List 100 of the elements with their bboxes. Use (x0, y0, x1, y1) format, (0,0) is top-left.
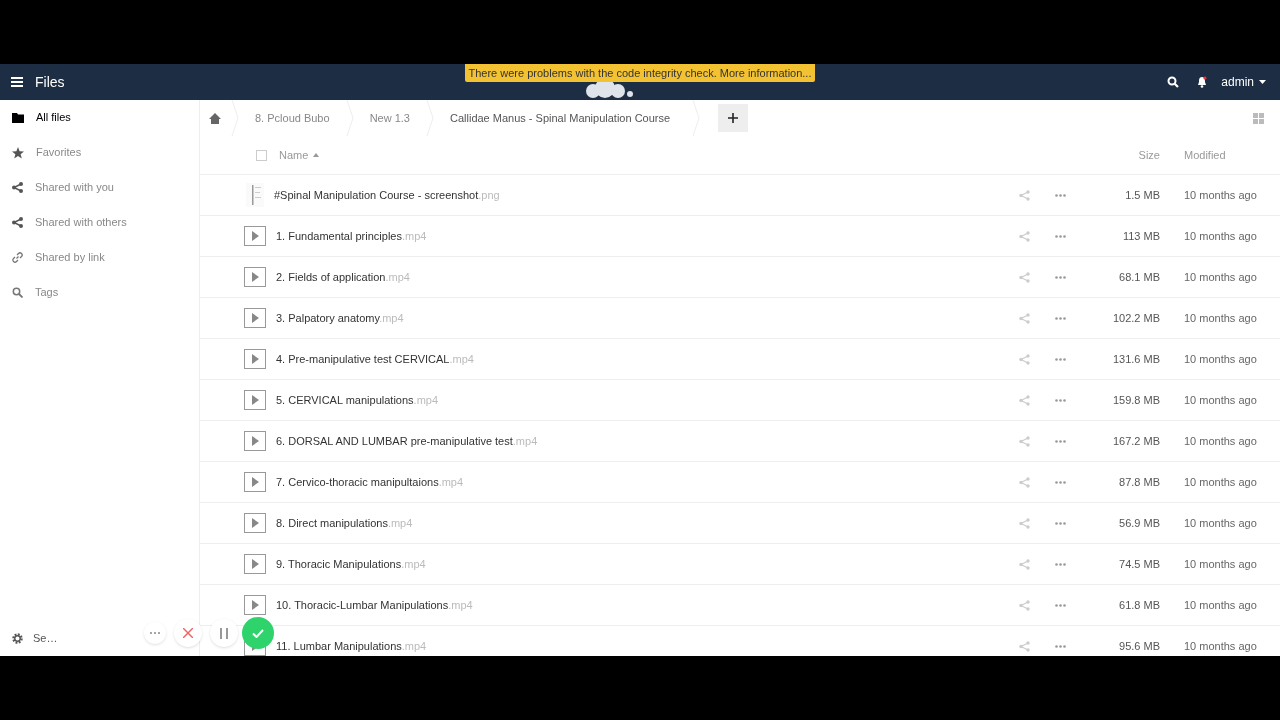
modified-time: 10 months ago (1184, 433, 1256, 449)
video-file-icon (244, 472, 266, 492)
breadcrumb-link[interactable]: Callidae Manus - Spinal Manipulation Course (444, 109, 677, 127)
bell-icon[interactable] (1197, 76, 1208, 88)
sidebar-item[interactable]: Shared with others (0, 205, 199, 240)
select-all-checkbox[interactable] (256, 149, 267, 161)
settings-link[interactable]: Se… (33, 629, 58, 647)
modified-time: 10 months ago (1184, 269, 1256, 285)
modified-time: 10 months ago (1184, 228, 1256, 244)
file-size: 56.9 MB (1118, 515, 1160, 531)
more-icon[interactable] (1055, 480, 1066, 484)
sidebar-item[interactable]: Favorites (0, 135, 199, 170)
app-title: Files (35, 72, 65, 92)
pause-icon (220, 627, 228, 639)
share-icon[interactable] (1019, 189, 1030, 201)
more-button[interactable] (144, 622, 166, 644)
file-name[interactable]: 11. Lumbar Manipulations.mp4 (276, 637, 427, 655)
share-icon[interactable] (1019, 230, 1030, 242)
sidebar-item[interactable]: Shared with you (0, 170, 199, 205)
sidebar-item[interactable]: Tags (0, 275, 199, 310)
more-icon[interactable] (1055, 275, 1066, 279)
user-menu[interactable]: admin (1221, 73, 1266, 91)
grid-view-icon[interactable] (1253, 112, 1264, 124)
more-icon[interactable] (1055, 644, 1066, 648)
confirm-button[interactable] (242, 617, 274, 649)
sort-ascending-icon (313, 153, 320, 157)
video-file-icon (244, 267, 266, 287)
share-icon[interactable] (1019, 271, 1030, 283)
modified-time: 10 months ago (1184, 597, 1256, 613)
file-name[interactable]: 7. Cervico-thoracic manipultaions.mp4 (276, 473, 464, 491)
search-icon[interactable] (1167, 76, 1180, 88)
video-file-icon (244, 226, 266, 246)
share-icon[interactable] (1019, 476, 1030, 488)
file-name[interactable]: 5. CERVICAL manipulations.mp4 (276, 391, 439, 409)
share-icon[interactable] (1019, 394, 1030, 406)
video-file-icon (244, 390, 266, 410)
more-icon[interactable] (1055, 357, 1066, 361)
breadcrumb-separator (345, 100, 354, 136)
more-icon[interactable] (1055, 521, 1066, 525)
share-icon[interactable] (1019, 353, 1030, 365)
file-size: 61.8 MB (1118, 597, 1160, 613)
share-icon[interactable] (1019, 599, 1030, 611)
file-name[interactable]: 6. DORSAL AND LUMBAR pre-manipulative test.mp4 (276, 432, 538, 450)
folder-icon (12, 112, 24, 123)
file-size: 113 MB (1121, 228, 1160, 244)
sidebar-item[interactable]: All files (0, 100, 199, 135)
modified-time: 10 months ago (1184, 515, 1256, 531)
video-file-icon (244, 595, 266, 615)
file-name[interactable]: 3. Palpatory anatomy.mp4 (276, 309, 404, 327)
cancel-button[interactable] (174, 619, 202, 647)
home-icon[interactable] (209, 112, 221, 124)
star-icon (12, 146, 24, 159)
modified-time: 10 months ago (1184, 187, 1256, 203)
file-size: 102.2 MB (1111, 310, 1160, 326)
share-icon[interactable] (1019, 435, 1030, 447)
more-icon[interactable] (1055, 316, 1066, 320)
more-icon[interactable] (1055, 562, 1066, 566)
breadcrumb-link[interactable]: New 1.3 (363, 109, 416, 127)
file-size: 1.5 MB (1124, 187, 1160, 203)
menu-icon[interactable] (11, 77, 23, 87)
share-icon[interactable] (1019, 558, 1030, 570)
file-name[interactable]: #Spinal Manipulation Course - screenshot.png (274, 186, 500, 204)
modified-time: 10 months ago (1184, 474, 1256, 490)
share-icon (12, 217, 23, 228)
more-icon[interactable] (1055, 603, 1066, 607)
plus-icon (728, 113, 739, 123)
share-icon[interactable] (1019, 640, 1030, 652)
more-icon[interactable] (1055, 234, 1066, 238)
caret-icon (1259, 80, 1266, 84)
breadcrumb-separator (426, 100, 434, 136)
sidebar-item[interactable]: Shared by link (0, 240, 199, 275)
link-icon (12, 252, 23, 263)
more-icon[interactable] (1055, 398, 1066, 402)
file-name[interactable]: 9. Thoracic Manipulations.mp4 (276, 555, 426, 573)
file-size: 87.8 MB (1118, 474, 1160, 490)
file-name[interactable]: 1. Fundamental principles.mp4 (276, 227, 427, 245)
file-name[interactable]: 8. Direct manipulations.mp4 (276, 514, 413, 532)
file-name[interactable]: 4. Pre-manipulative test CERVICAL.mp4 (276, 350, 474, 368)
share-icon[interactable] (1019, 312, 1030, 324)
more-icon[interactable] (1055, 193, 1066, 197)
file-size: 68.1 MB (1118, 269, 1160, 285)
video-file-icon (244, 308, 266, 328)
share-icon (12, 182, 23, 193)
video-file-icon (244, 431, 266, 451)
file-name[interactable]: 2. Fields of application.mp4 (276, 268, 410, 286)
modified-time: 10 months ago (1184, 556, 1256, 572)
breadcrumb-link[interactable]: 8. Pcloud Bubo (249, 109, 336, 127)
pause-button[interactable] (210, 619, 238, 647)
more-icon[interactable] (1055, 439, 1066, 443)
video-file-icon (244, 513, 266, 533)
new-button[interactable] (718, 104, 749, 132)
file-size: 167.2 MB (1111, 433, 1160, 449)
settings-icon[interactable] (12, 632, 23, 644)
check-icon (252, 628, 264, 638)
modified-time: 10 months ago (1184, 392, 1256, 408)
integrity-warning-banner[interactable]: There were problems with the code integrity check. More information... (465, 64, 815, 82)
file-name[interactable]: 10. Thoracic-Lumbar Manipulations.mp4 (276, 596, 473, 614)
file-size: 131.6 MB (1111, 351, 1160, 367)
modified-time: 10 months ago (1184, 310, 1256, 326)
share-icon[interactable] (1019, 517, 1030, 529)
